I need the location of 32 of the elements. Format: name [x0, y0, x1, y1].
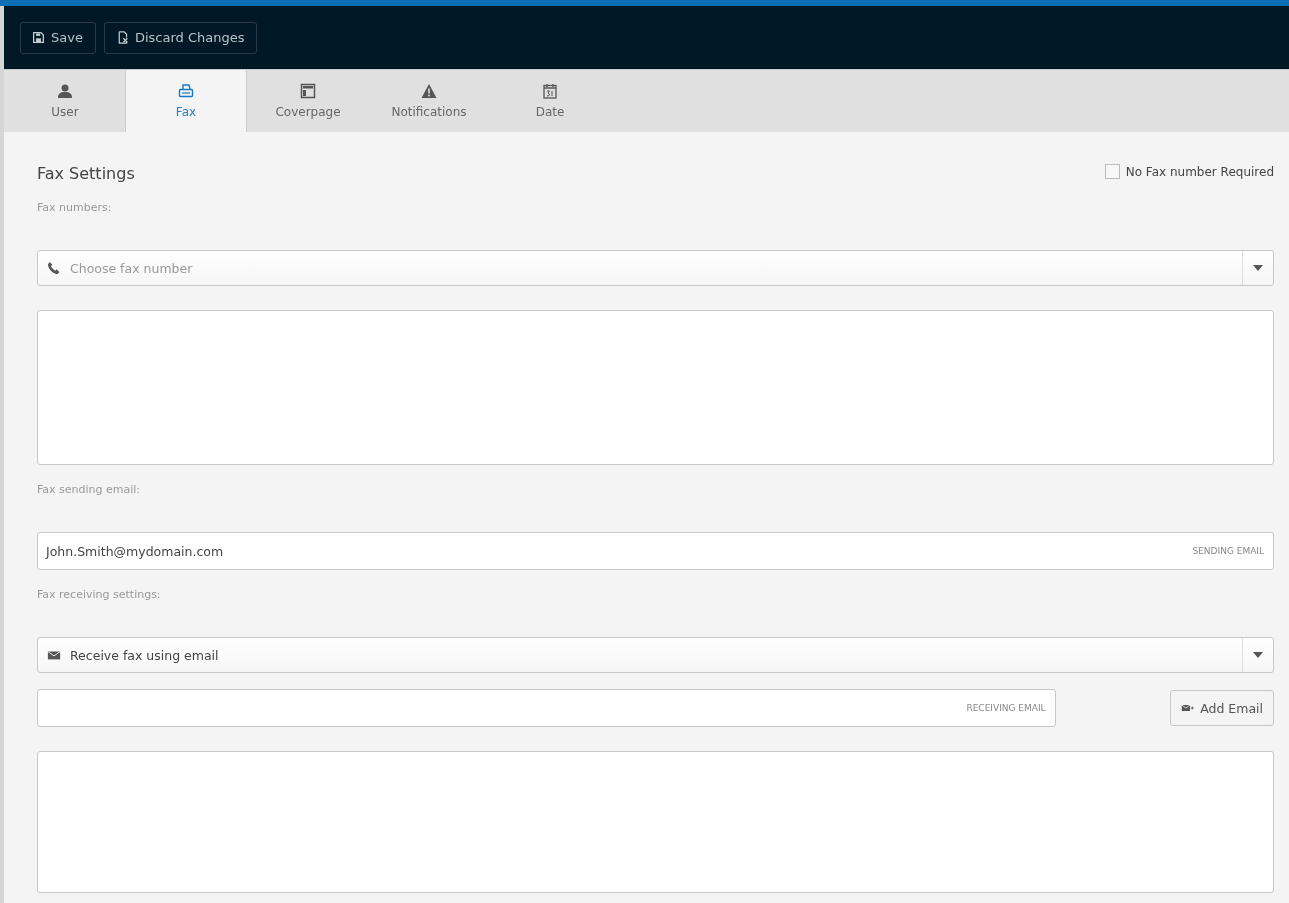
field-label: Fax receiving settings: — [37, 588, 162, 601]
list-box[interactable] — [37, 310, 1274, 465]
field-label: Fax sending email: — [37, 483, 142, 496]
tab[interactable]: Date — [489, 70, 610, 132]
person-icon — [57, 83, 73, 99]
save-button[interactable]: Save — [20, 21, 96, 54]
warning-icon — [421, 83, 437, 99]
email-field[interactable]: John.Smith@mydomain.com SENDING EMAIL — [37, 532, 1274, 570]
checkbox-label[interactable]: No Fax number Required — [1125, 164, 1274, 179]
discard-button[interactable]: Discard Changes — [103, 21, 258, 54]
tab[interactable]: Notifications — [368, 70, 489, 132]
phone-icon — [47, 261, 61, 275]
checkbox[interactable] — [1104, 164, 1120, 179]
caret-icon — [1253, 652, 1263, 658]
envelope-plus-icon — [1180, 702, 1195, 714]
calendar-icon — [542, 83, 558, 99]
layout-icon — [300, 83, 316, 99]
field-tag: RECEIVING EMAIL — [966, 703, 1046, 713]
section-title: Fax Settings — [37, 164, 135, 183]
tab[interactable]: Fax — [125, 70, 247, 132]
caret-icon — [1253, 265, 1263, 271]
dropdown[interactable]: Choose fax number — [37, 250, 1274, 286]
envelope-icon — [47, 648, 61, 662]
field-tag: SENDING EMAIL — [1192, 546, 1264, 556]
fax-machine-icon — [178, 83, 194, 99]
tab[interactable]: Coverpage — [247, 70, 368, 132]
list-box[interactable] — [37, 751, 1274, 893]
add-email-button[interactable]: Add Email — [1169, 690, 1274, 726]
tab[interactable]: User — [4, 70, 125, 132]
field-label: Fax numbers: — [37, 201, 113, 214]
email-field[interactable]: RECEIVING EMAIL — [37, 689, 1056, 727]
dropdown[interactable]: Receive fax using email — [37, 637, 1274, 673]
